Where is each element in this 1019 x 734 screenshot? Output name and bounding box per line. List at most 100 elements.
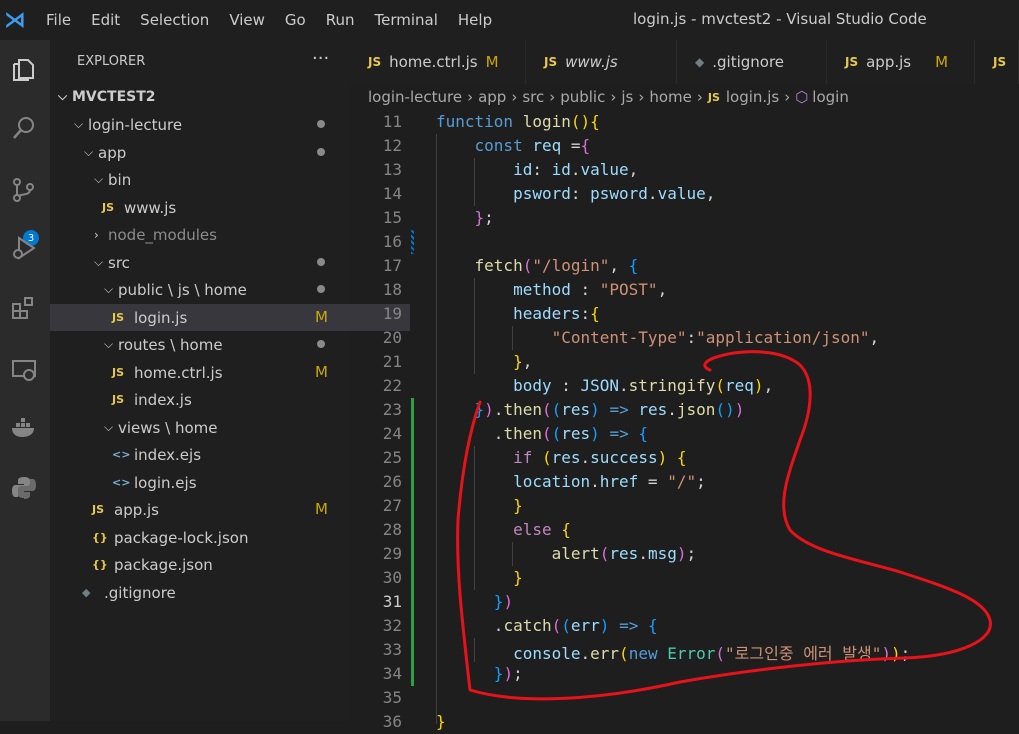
- modified-dot: [317, 120, 325, 128]
- json-file-icon: {}: [92, 558, 108, 571]
- tree-folder-bin[interactable]: ⌵ bin: [50, 166, 392, 193]
- tree-folder-app[interactable]: ⌵ app: [50, 139, 382, 166]
- breadcrumb-item[interactable]: login: [812, 88, 849, 106]
- ejs-file-icon: <>: [112, 448, 131, 461]
- menu-terminal[interactable]: Terminal: [365, 11, 448, 29]
- menu-view[interactable]: View: [219, 11, 275, 29]
- line-number: 22: [382, 376, 402, 395]
- title-bar: ⋊ File Edit Selection View Go Run Termin…: [0, 0, 1019, 40]
- more-actions-icon[interactable]: ···: [312, 48, 329, 69]
- code-line: }: [436, 712, 446, 731]
- explorer-sidebar: EXPLORER ··· ⌵ MVCTEST2 ⌵ login-lecture …: [50, 40, 410, 721]
- extensions-icon[interactable]: [8, 292, 40, 324]
- menu-selection[interactable]: Selection: [130, 11, 219, 29]
- chevron-right-icon: ›: [549, 88, 556, 106]
- explorer-icon[interactable]: [8, 54, 40, 86]
- breadcrumb-item[interactable]: src: [522, 88, 544, 106]
- line-number: 35: [382, 688, 402, 707]
- tab-home-ctrl-js[interactable]: JS home.ctrl.js M: [350, 40, 526, 84]
- modified-dot: [317, 340, 325, 348]
- docker-icon[interactable]: [8, 412, 40, 444]
- tree-label: home.ctrl.js: [134, 363, 223, 382]
- menu-file[interactable]: File: [36, 11, 81, 29]
- gutter-change-marker: [411, 590, 414, 614]
- line-number: 28: [382, 520, 402, 539]
- chevron-right-icon: ›: [467, 88, 474, 106]
- code-line: method : "POST",: [513, 280, 668, 299]
- tree-file-gitignore[interactable]: ◆ .gitignore: [50, 579, 380, 606]
- js-file-icon: JS: [102, 201, 115, 214]
- tree-file-www-js[interactable]: JS www.js: [50, 194, 400, 221]
- line-number: 16: [382, 232, 402, 251]
- js-file-icon: JS: [368, 55, 382, 69]
- gutter-change-marker: [411, 566, 414, 590]
- modified-dot: [317, 285, 325, 293]
- tree-folder-mvctest2[interactable]: ⌵ MVCTEST2: [50, 83, 356, 110]
- tab-www-js[interactable]: JS www.js: [526, 40, 677, 84]
- tree-label: public \ js \ home: [118, 280, 247, 299]
- chevron-down-icon: ⌵: [84, 145, 94, 159]
- breadcrumb-item[interactable]: login.js: [726, 88, 779, 106]
- menu-bar: File Edit Selection View Go Run Terminal…: [36, 11, 502, 29]
- breadcrumb-item[interactable]: public: [560, 88, 605, 106]
- tree-label: login.ejs: [134, 473, 197, 492]
- gutter-change-marker: [411, 422, 414, 446]
- js-file-icon: JS: [845, 55, 859, 69]
- line-number: 21: [382, 352, 402, 371]
- chevron-down-icon: ⌵: [74, 117, 84, 131]
- chevron-right-icon: ›: [638, 88, 645, 106]
- tree-file-package-json[interactable]: {} package.json: [50, 551, 390, 578]
- line-number: 12: [382, 136, 402, 155]
- gutter-change-marker: [411, 614, 414, 638]
- tree-label: MVCTEST2: [72, 88, 156, 105]
- code-line: };: [474, 208, 494, 227]
- tree-folder-node-modules[interactable]: › node_modules: [50, 221, 392, 248]
- git-file-icon: ◆: [82, 586, 91, 599]
- python-icon[interactable]: [8, 472, 40, 504]
- menu-go[interactable]: Go: [275, 11, 316, 29]
- line-number: 36: [382, 712, 402, 731]
- gutter-change-marker: [411, 470, 414, 494]
- code-line: });: [493, 664, 523, 683]
- tab-login-js[interactable]: JS: [975, 40, 1019, 84]
- line-number: 24: [382, 424, 402, 443]
- line-number: 27: [382, 496, 402, 515]
- chevron-down-icon: ⌵: [104, 420, 114, 434]
- tree-label: src: [108, 253, 130, 272]
- js-file-icon: JS: [92, 503, 105, 516]
- editor-tabs: JS home.ctrl.js M JS www.js ◆ .gitignore…: [350, 40, 1019, 84]
- tree-file-package-lock-json[interactable]: {} package-lock.json: [50, 524, 390, 551]
- source-control-icon[interactable]: [8, 174, 40, 206]
- tab-gitignore[interactable]: ◆ .gitignore: [677, 40, 827, 84]
- tab-app-js[interactable]: JS app.js M: [827, 40, 975, 84]
- code-line: "Content-Type":"application/json",: [551, 328, 880, 347]
- gutter-change-marker: [411, 446, 414, 470]
- js-file-icon: JS: [112, 393, 125, 406]
- search-icon[interactable]: [8, 112, 40, 144]
- remote-explorer-icon[interactable]: [8, 354, 40, 386]
- chevron-down-icon: ⌵: [58, 89, 68, 103]
- menu-run[interactable]: Run: [316, 11, 365, 29]
- line-number: 32: [382, 616, 402, 635]
- breadcrumb-item[interactable]: home: [649, 88, 692, 106]
- code-line: else {: [513, 520, 571, 539]
- run-debug-icon[interactable]: [8, 232, 40, 264]
- breadcrumb-item[interactable]: login-lecture: [368, 88, 462, 106]
- breadcrumb-item[interactable]: app: [478, 88, 506, 106]
- code-line: }: [513, 568, 523, 587]
- breadcrumb-item[interactable]: js: [621, 88, 633, 106]
- tab-label: home.ctrl.js: [389, 53, 478, 71]
- code-editor[interactable]: 11 function login(){ 12 const req ={ 13 i…: [350, 110, 1019, 731]
- chevron-down-icon: ⌵: [104, 337, 114, 351]
- menu-edit[interactable]: Edit: [81, 11, 130, 29]
- line-number: 19: [382, 304, 402, 323]
- json-file-icon: {}: [92, 531, 108, 544]
- gutter-change-marker: [411, 638, 414, 662]
- menu-help[interactable]: Help: [448, 11, 502, 29]
- line-number: 11: [382, 112, 402, 131]
- tree-file-app-js[interactable]: JS app.js: [50, 496, 390, 523]
- tree-label: index.ejs: [134, 445, 202, 464]
- code-line: headers:{: [513, 304, 600, 323]
- tree-folder-src[interactable]: ⌵ src: [50, 249, 392, 276]
- chevron-right-icon: ›: [784, 88, 791, 106]
